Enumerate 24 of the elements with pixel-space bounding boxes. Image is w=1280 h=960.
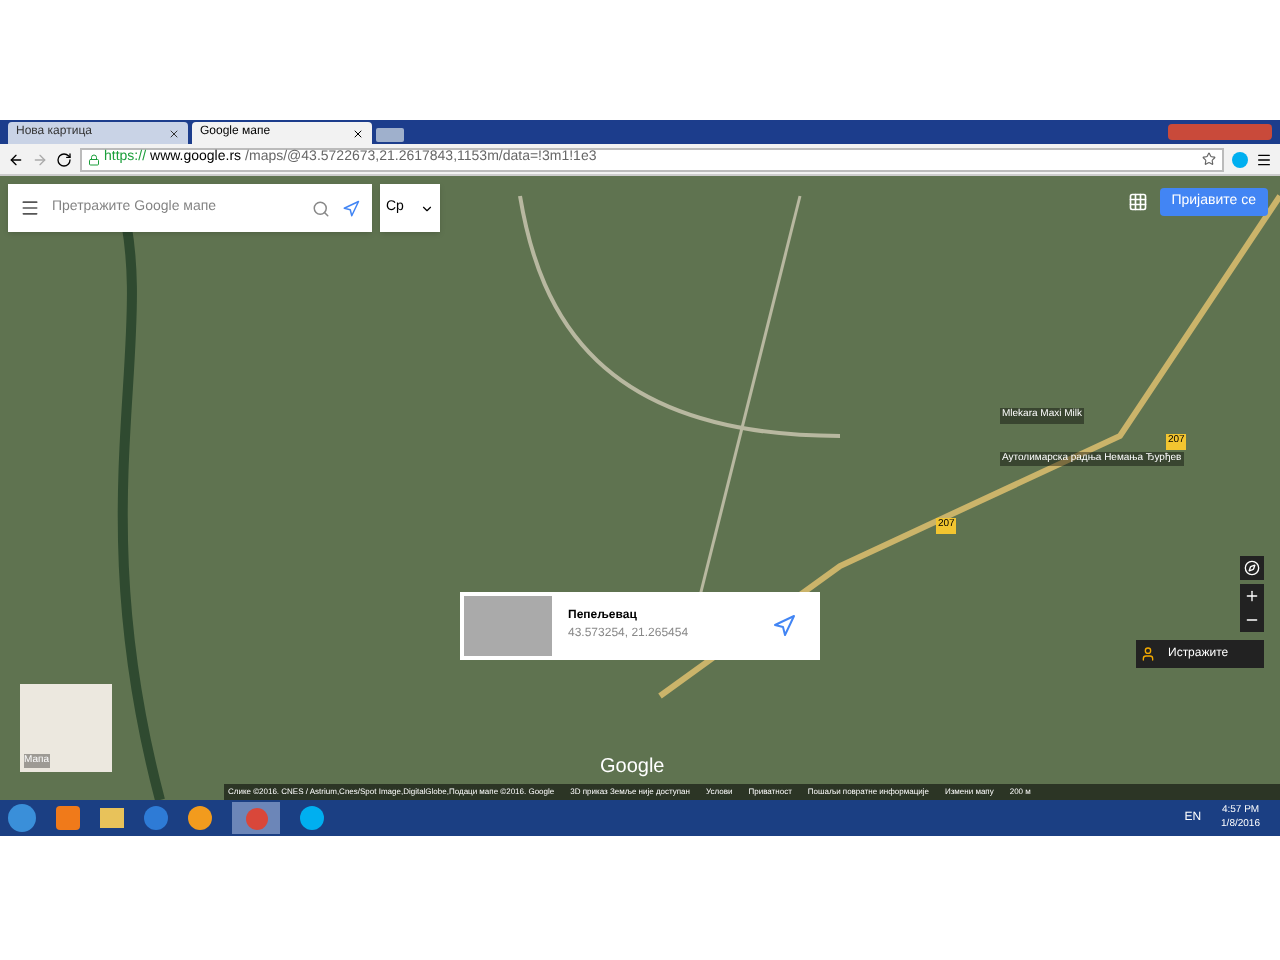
pegman-icon[interactable] (1140, 646, 1156, 662)
close-icon[interactable] (168, 127, 180, 139)
reload-icon[interactable] (56, 151, 72, 167)
caret-icon (420, 201, 434, 215)
app-icon[interactable] (188, 806, 212, 830)
zoom-out-icon[interactable] (1240, 608, 1264, 632)
directions-icon[interactable] (342, 199, 360, 217)
chat-icon[interactable] (300, 806, 324, 830)
apps-icon[interactable] (1127, 192, 1148, 212)
back-icon[interactable] (8, 151, 24, 167)
close-icon[interactable] (352, 127, 364, 139)
directions-icon[interactable] (772, 614, 796, 638)
zoom-in-icon[interactable] (1240, 584, 1264, 608)
compass-icon[interactable] (1240, 556, 1264, 580)
menu-icon[interactable] (1256, 151, 1272, 167)
star-icon[interactable] (1202, 152, 1216, 166)
start-icon[interactable] (8, 804, 36, 832)
photo-placeholder (464, 596, 552, 656)
search-icon[interactable] (312, 199, 330, 217)
map-logo: Google (600, 754, 665, 782)
browser-icon[interactable] (144, 806, 168, 830)
lock-icon (88, 153, 100, 165)
menu-icon[interactable] (20, 198, 40, 218)
satellite-map[interactable] (0, 176, 1280, 800)
